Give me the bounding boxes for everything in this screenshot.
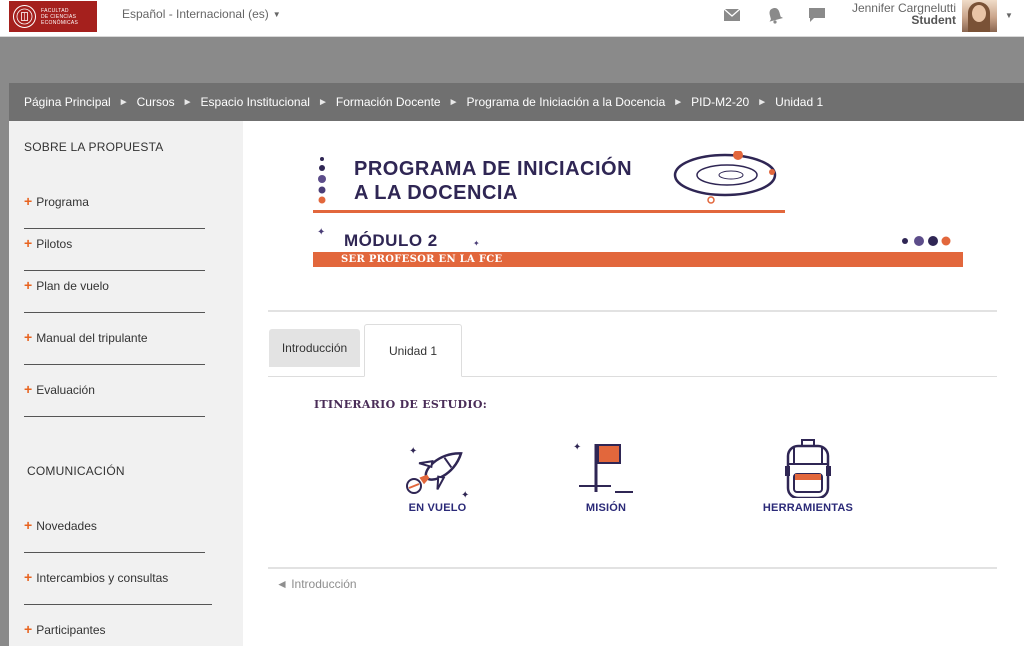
plus-icon: + bbox=[24, 329, 33, 345]
logo-line-2: DE CIENCIAS bbox=[41, 13, 77, 20]
sidebar-section-title: SOBRE LA PROPUESTA bbox=[24, 140, 164, 154]
caret-down-icon: ▼ bbox=[272, 9, 281, 19]
breadcrumb-separator-icon: ► bbox=[448, 96, 459, 108]
sidebar-item-pilotos[interactable]: + Pilotos bbox=[24, 235, 72, 251]
sidebar-item-manual-del-tripulante[interactable]: + Manual del tripulante bbox=[24, 329, 148, 345]
banner-title-line-1: PROGRAMA DE INICIACIÓN bbox=[354, 158, 633, 180]
bell-icon[interactable] bbox=[766, 6, 784, 24]
user-menu[interactable]: Jennifer Cargnelutti Student bbox=[852, 2, 956, 26]
logo-line-3: ECONÓMICAS bbox=[41, 19, 79, 26]
user-role: Student bbox=[911, 13, 956, 27]
sidebar-item-label: Pilotos bbox=[36, 237, 73, 251]
sidebar-item-programa[interactable]: + Programa bbox=[24, 193, 89, 209]
divider bbox=[24, 604, 212, 605]
logo-text: FACULTAD DE CIENCIAS ECONÓMICAS bbox=[41, 8, 78, 26]
feature-herramientas[interactable]: HERRAMIENTAS bbox=[753, 436, 863, 514]
sidebar-section-title: COMUNICACIÓN bbox=[27, 464, 125, 478]
sidebar-item-plan-de-vuelo[interactable]: + Plan de vuelo bbox=[24, 277, 109, 293]
sidebar-item-evaluacion[interactable]: + Evaluación bbox=[24, 381, 95, 397]
feature-label: MISIÓN bbox=[585, 502, 627, 514]
plus-icon: + bbox=[24, 569, 33, 585]
divider bbox=[24, 312, 205, 313]
breadcrumb-item[interactable]: Página Principal bbox=[24, 95, 111, 109]
main-content: ✦ ✦ PROGRAMA DE INICIACIÓN A LA DOCENCIA… bbox=[243, 121, 1024, 646]
sidebar-item-novedades[interactable]: + Novedades bbox=[24, 517, 97, 533]
divider bbox=[24, 552, 205, 553]
breadcrumb-item[interactable]: Formación Docente bbox=[336, 95, 441, 109]
breadcrumb-item[interactable]: Cursos bbox=[137, 95, 175, 109]
sidebar-item-label: Evaluación bbox=[36, 383, 95, 397]
sidebar-item-label: Plan de vuelo bbox=[36, 279, 109, 293]
avatar[interactable] bbox=[962, 0, 997, 32]
divider bbox=[24, 228, 205, 229]
sidebar: SOBRE LA PROPUESTA + Programa + Pilotos + P… bbox=[9, 121, 243, 646]
divider bbox=[24, 364, 205, 365]
rocket-icon: ✦ ✦ bbox=[405, 446, 469, 498]
divider bbox=[24, 270, 205, 271]
tab-unidad-1[interactable]: Unidad 1 bbox=[364, 324, 462, 377]
breadcrumb-item[interactable]: PID-M2-20 bbox=[691, 95, 749, 109]
caret-down-icon[interactable]: ▼ bbox=[1005, 11, 1013, 20]
plus-icon: + bbox=[24, 517, 33, 533]
backpack-icon bbox=[785, 439, 831, 498]
divider bbox=[268, 310, 997, 312]
plus-icon: + bbox=[24, 621, 33, 637]
top-navbar: FACULTAD DE CIENCIAS ECONÓMICAS Español … bbox=[0, 0, 1024, 37]
language-label: Español - Internacional (es) bbox=[122, 7, 269, 21]
flag-icon: ✦ bbox=[573, 442, 633, 493]
svg-text:✦: ✦ bbox=[473, 239, 480, 248]
divider bbox=[24, 416, 205, 417]
sidebar-item-label: Programa bbox=[36, 195, 89, 209]
sidebar-item-label: Manual del tripulante bbox=[36, 331, 148, 345]
feature-label: HERRAMIENTAS bbox=[762, 502, 854, 514]
avatar-face bbox=[972, 5, 986, 22]
breadcrumb-current[interactable]: Unidad 1 bbox=[775, 95, 823, 109]
breadcrumb-separator-icon: ► bbox=[757, 96, 768, 108]
breadcrumb-separator-icon: ► bbox=[317, 96, 328, 108]
previous-section-link[interactable]: ◄ Introducción bbox=[276, 577, 357, 591]
seal-icon bbox=[13, 5, 36, 28]
svg-text:✦: ✦ bbox=[409, 446, 417, 457]
envelope-icon[interactable] bbox=[723, 6, 741, 24]
breadcrumb-item[interactable]: Programa de Iniciación a la Docencia bbox=[466, 95, 665, 109]
breadcrumb: Página Principal ► Cursos ► Espacio Inst… bbox=[9, 83, 1024, 121]
sidebar-item-participantes[interactable]: + Participantes bbox=[24, 621, 106, 637]
itinerary-label: ITINERARIO DE ESTUDIO: bbox=[314, 398, 488, 411]
plus-icon: + bbox=[24, 381, 33, 397]
banner-subtitle: SER PROFESOR EN LA FCE bbox=[341, 254, 503, 265]
banner-divider bbox=[313, 210, 785, 213]
banner-module: MÓDULO 2 bbox=[344, 231, 438, 250]
sidebar-item-label: Participantes bbox=[36, 623, 106, 637]
svg-text:✦: ✦ bbox=[573, 442, 581, 453]
sidebar-item-label: Novedades bbox=[36, 519, 97, 533]
breadcrumb-separator-icon: ► bbox=[182, 96, 193, 108]
banner-title: PROGRAMA DE INICIACIÓN A LA DOCENCIA bbox=[354, 157, 632, 205]
divider bbox=[268, 567, 997, 569]
svg-text:✦: ✦ bbox=[461, 490, 469, 498]
faculty-logo[interactable]: FACULTAD DE CIENCIAS ECONÓMICAS bbox=[9, 1, 97, 32]
sidebar-item-label: Intercambios y consultas bbox=[36, 571, 169, 585]
svg-text:✦: ✦ bbox=[317, 227, 325, 238]
feature-label: EN VUELO bbox=[408, 502, 467, 514]
breadcrumb-item[interactable]: Espacio Institucional bbox=[201, 95, 310, 109]
course-banner: ✦ ✦ PROGRAMA DE INICIACIÓN A LA DOCENCIA… bbox=[313, 151, 963, 271]
tab-bar: Introducción Unidad 1 bbox=[268, 324, 997, 377]
feature-mision[interactable]: ✦ MISIÓN bbox=[566, 436, 646, 514]
breadcrumb-separator-icon: ► bbox=[118, 96, 129, 108]
feature-en-vuelo[interactable]: ✦ ✦ EN VUELO bbox=[395, 436, 480, 514]
tab-introduccion[interactable]: Introducción bbox=[269, 329, 360, 367]
chat-icon[interactable] bbox=[808, 6, 826, 24]
sidebar-item-intercambios[interactable]: + Intercambios y consultas bbox=[24, 569, 168, 585]
breadcrumb-separator-icon: ► bbox=[673, 96, 684, 108]
plus-icon: + bbox=[24, 193, 33, 209]
language-selector[interactable]: Español - Internacional (es) ▼ bbox=[122, 7, 281, 21]
plus-icon: + bbox=[24, 235, 33, 251]
banner-title-line-2: A LA DOCENCIA bbox=[354, 182, 518, 204]
plus-icon: + bbox=[24, 277, 33, 293]
